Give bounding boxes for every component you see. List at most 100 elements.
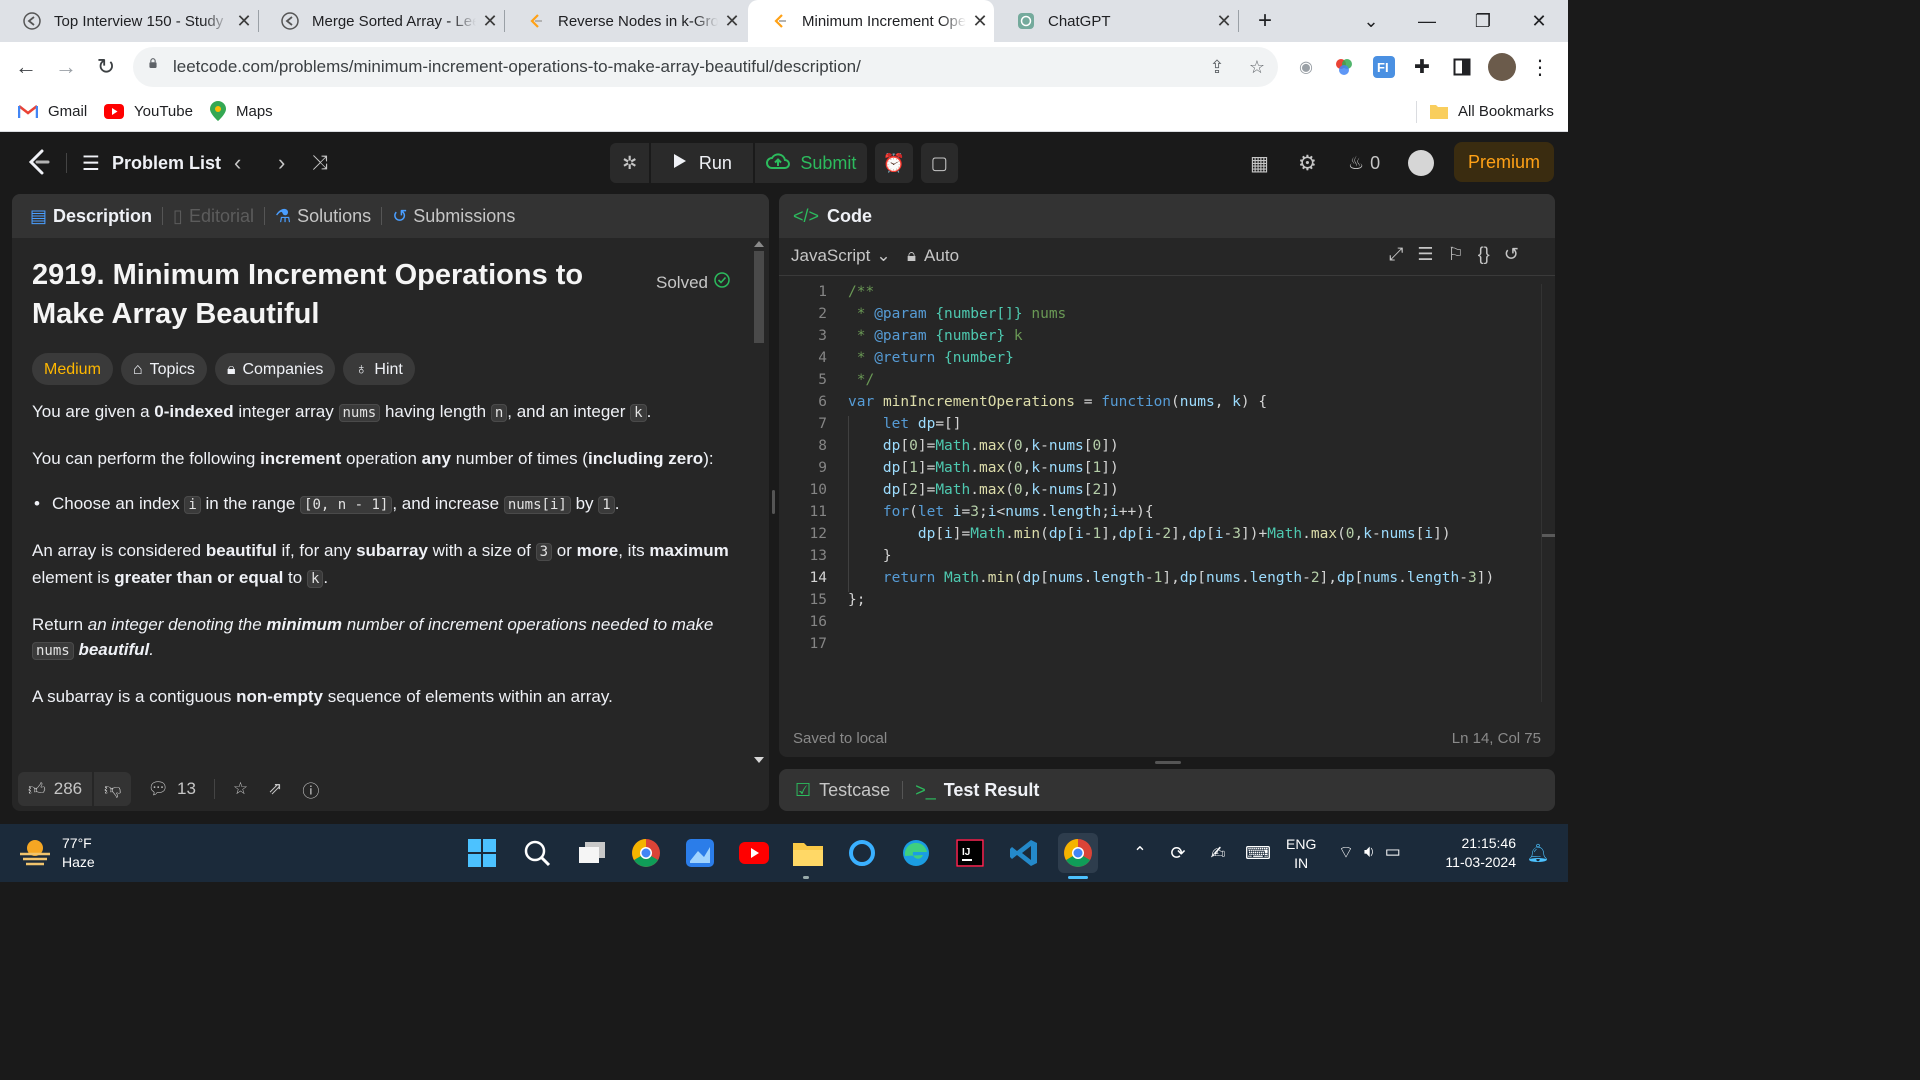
close-tab-icon[interactable]: ✕ bbox=[230, 11, 258, 32]
code-editor[interactable]: 1 /** 2 * @param {number[]} nums 3 * @param… bbox=[779, 284, 1555, 684]
submit-button[interactable]: Submit bbox=[755, 143, 868, 183]
windows-start-icon[interactable] bbox=[464, 835, 500, 871]
topics-chip[interactable]: ⌂ Topics bbox=[120, 353, 207, 385]
browser-tab-chatgpt[interactable]: ChatGPT ✕ bbox=[994, 0, 1238, 42]
extension-panda-icon[interactable]: ◉ bbox=[1294, 55, 1318, 79]
bookmark-star-icon[interactable]: ☆ bbox=[1245, 55, 1269, 79]
braces-icon[interactable]: {} bbox=[1478, 244, 1490, 265]
code-line[interactable]: var minIncrementOperations = function(nu… bbox=[848, 394, 1267, 410]
close-tab-icon[interactable]: ✕ bbox=[966, 11, 994, 32]
code-line[interactable]: let dp=[] bbox=[848, 416, 962, 432]
help-icon[interactable]: ⓘ bbox=[292, 772, 329, 806]
pen-input-icon[interactable]: ✍ bbox=[1200, 835, 1236, 871]
code-line[interactable]: for(let i=3;i<nums.length;i++){ bbox=[848, 504, 1154, 520]
companies-chip[interactable]: 🔒︎ Companies bbox=[214, 353, 336, 385]
shuffle-icon[interactable]: ⤨ bbox=[312, 133, 328, 193]
search-icon[interactable] bbox=[519, 835, 555, 871]
like-button[interactable]: 👍︎ 286 bbox=[18, 772, 93, 806]
reload-icon[interactable]: ↻ bbox=[86, 42, 126, 92]
format-icon[interactable]: ☰ bbox=[1417, 244, 1433, 265]
edge-icon[interactable] bbox=[898, 835, 934, 871]
close-window-icon[interactable]: ✕ bbox=[1516, 0, 1562, 42]
code-line[interactable]: * @param {number} k bbox=[848, 328, 1023, 344]
profile-avatar[interactable] bbox=[1488, 53, 1516, 81]
leetcode-logo-icon[interactable] bbox=[26, 133, 52, 193]
new-tab-button[interactable]: + bbox=[1242, 0, 1288, 42]
vscode-icon[interactable] bbox=[1006, 835, 1042, 871]
debug-icon[interactable]: ✲ bbox=[610, 143, 650, 183]
premium-button[interactable]: Premium bbox=[1454, 142, 1554, 182]
code-line[interactable]: dp[0]=Math.max(0,k-nums[0]) bbox=[848, 438, 1119, 454]
chrome-taskbar-icon[interactable] bbox=[628, 835, 664, 871]
code-line[interactable]: dp[2]=Math.max(0,k-nums[2]) bbox=[848, 482, 1119, 498]
notification-bell-icon[interactable]: 🔔︎ bbox=[1520, 835, 1556, 871]
code-line[interactable]: dp[i]=Math.min(dp[i-1],dp[i-2],dp[i-3])+… bbox=[848, 526, 1451, 542]
extension-fi-icon[interactable]: FI bbox=[1372, 55, 1396, 79]
description-scrollbar[interactable] bbox=[753, 238, 765, 766]
bookmark-youtube[interactable]: YouTube bbox=[104, 92, 193, 130]
code-line[interactable]: } bbox=[848, 548, 892, 564]
settings-gear-icon[interactable]: ⚙ bbox=[1298, 133, 1317, 193]
browser-tab-merge-sorted[interactable]: Merge Sorted Array - LeetCode ✕ bbox=[258, 0, 504, 42]
problem-list-button[interactable]: ☰ Problem List bbox=[82, 133, 221, 193]
photos-icon[interactable] bbox=[682, 835, 718, 871]
bookmark-gmail[interactable]: Gmail bbox=[18, 92, 87, 130]
run-button[interactable]: Run bbox=[651, 143, 754, 183]
forward-icon[interactable]: → bbox=[46, 42, 86, 92]
tab-test-result[interactable]: >_ Test Result bbox=[915, 780, 1039, 801]
code-line[interactable]: dp[1]=Math.max(0,k-nums[1]) bbox=[848, 460, 1119, 476]
browser-tab-minimum-increment[interactable]: Minimum Increment Operations ✕ bbox=[748, 0, 994, 42]
panel-resize-handle[interactable] bbox=[772, 490, 775, 514]
minimize-icon[interactable]: — bbox=[1404, 0, 1450, 42]
tab-testcase[interactable]: ☑ Testcase bbox=[795, 780, 890, 801]
youtube-taskbar-icon[interactable] bbox=[736, 835, 772, 871]
favorite-star-icon[interactable]: ☆ bbox=[223, 772, 258, 806]
all-bookmarks[interactable]: All Bookmarks bbox=[1430, 92, 1554, 130]
chrome-active-taskbar-icon[interactable] bbox=[1058, 833, 1098, 873]
tray-chevron-up-icon[interactable]: ⌃ bbox=[1122, 835, 1158, 871]
timer-icon[interactable]: ⏰ bbox=[875, 143, 913, 183]
back-icon[interactable]: ← bbox=[6, 42, 46, 92]
clock[interactable]: 21:15:46 11-03-2024 bbox=[1436, 834, 1516, 872]
browser-tab-reverse-nodes[interactable]: Reverse Nodes in k-Group ✕ bbox=[504, 0, 746, 42]
next-problem-icon[interactable]: › bbox=[278, 133, 285, 193]
code-line[interactable]: * @return {number} bbox=[848, 350, 1014, 366]
extension-color-icon[interactable] bbox=[1332, 55, 1356, 79]
hint-chip[interactable]: ♁ Hint bbox=[343, 353, 415, 385]
restore-icon[interactable]: ❐ bbox=[1460, 0, 1506, 42]
tab-description[interactable]: ▤ Description bbox=[30, 206, 152, 227]
notes-icon[interactable]: ▢ bbox=[920, 143, 958, 183]
system-tray[interactable]: ⌔ 🔉︎ ▭ bbox=[1338, 842, 1401, 863]
code-line[interactable]: }; bbox=[848, 592, 865, 608]
url-bar[interactable]: leetcode.com/problems/minimum-increment-… bbox=[133, 47, 1278, 87]
auto-mode[interactable]: 🔒︎ Auto bbox=[907, 246, 959, 266]
close-tab-icon[interactable]: ✕ bbox=[1210, 11, 1238, 32]
language-indicator[interactable]: ENG IN bbox=[1286, 835, 1316, 873]
code-line[interactable]: return Math.min(dp[nums.length-1],dp[num… bbox=[848, 570, 1494, 586]
sidepanel-icon[interactable] bbox=[1450, 55, 1474, 79]
keyboard-icon[interactable]: ⌨ bbox=[1240, 835, 1276, 871]
intellij-icon[interactable]: IJ bbox=[952, 835, 988, 871]
comments-button[interactable]: 💬︎ 13 bbox=[137, 772, 206, 806]
problem-title[interactable]: 2919. Minimum Increment Operations to Ma… bbox=[32, 256, 612, 334]
close-tab-icon[interactable]: ✕ bbox=[718, 11, 746, 32]
tab-submissions[interactable]: ↺ Submissions bbox=[392, 206, 515, 227]
bookmark-maps[interactable]: Maps bbox=[210, 92, 273, 130]
extensions-puzzle-icon[interactable]: ✚ bbox=[1410, 55, 1434, 79]
cortana-icon[interactable] bbox=[844, 835, 880, 871]
task-view-icon[interactable] bbox=[574, 835, 610, 871]
share-external-icon[interactable]: ⇗ bbox=[258, 772, 292, 806]
tab-solutions[interactable]: ⚗ Solutions bbox=[275, 206, 371, 227]
tab-search-icon[interactable]: ⌄ bbox=[1348, 0, 1394, 42]
panel-resize-handle[interactable] bbox=[1155, 761, 1181, 764]
bookmark-icon[interactable]: ⚐ bbox=[1448, 244, 1464, 265]
close-tab-icon[interactable]: ✕ bbox=[476, 11, 504, 32]
layout-grid-icon[interactable]: ▦ bbox=[1250, 133, 1269, 193]
reset-icon[interactable]: ↺ bbox=[1504, 244, 1519, 265]
prev-problem-icon[interactable]: ‹ bbox=[234, 133, 241, 193]
weather-widget[interactable]: 77°F Haze bbox=[18, 834, 95, 872]
streak-counter[interactable]: ♨ 0 bbox=[1348, 133, 1380, 193]
chrome-menu-icon[interactable]: ⋮ bbox=[1528, 55, 1552, 79]
code-line[interactable]: /** bbox=[848, 284, 874, 300]
browser-tab-top-interview[interactable]: Top Interview 150 - Study ✕ bbox=[0, 0, 258, 42]
